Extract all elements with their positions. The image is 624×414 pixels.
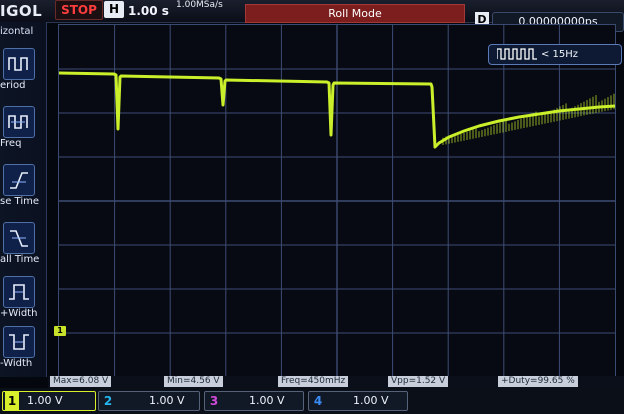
pulse-train-icon <box>497 48 537 60</box>
measurement-max: Max=6.08 V <box>50 376 112 387</box>
channel-1-scale: 1.00 V <box>27 394 63 407</box>
channel-1-button[interactable]: 1 1.00 V <box>2 391 96 411</box>
trigger-frequency-label: < 15Hz <box>541 49 579 60</box>
freq-icon <box>8 115 28 129</box>
sidebar-item-period[interactable] <box>3 48 35 80</box>
sidebar-item-freq[interactable] <box>3 106 35 138</box>
measurement-bar: Max=6.08 V Min=4.56 V Freq=450mHz Vpp=1.… <box>48 376 624 388</box>
period-icon <box>8 57 28 71</box>
mode-indicator: Roll Mode <box>245 4 465 23</box>
channel-3-scale: 1.00 V <box>249 394 285 407</box>
channel-2-number: 2 <box>103 394 113 408</box>
trigger-frequency-box[interactable]: < 15Hz <box>488 44 622 65</box>
graticule <box>59 25 615 377</box>
channel-1-offset-marker[interactable]: 1 <box>54 326 66 336</box>
channel-4-scale: 1.00 V <box>353 394 389 407</box>
channel-bar: 1 1.00 V 2 1.00 V 3 1.00 V 4 1.00 V <box>0 388 624 414</box>
sample-rate: 1.00MSa/s <box>176 0 223 10</box>
fall-time-icon <box>10 230 28 247</box>
channel-4-button[interactable]: 4 1.00 V <box>308 391 408 411</box>
sidebar-label-negative-width: -Width <box>0 358 33 369</box>
measurement-duty: +Duty=99.65 % <box>498 376 578 387</box>
sidebar-label-freq: Freq <box>0 138 22 149</box>
channel-1-number: 1 <box>5 392 19 410</box>
sidebar-label-positive-width: +Width <box>0 308 38 319</box>
sidebar-item-fall-time[interactable] <box>3 222 35 254</box>
rise-time-icon <box>10 172 28 189</box>
channel-4-number: 4 <box>313 394 323 408</box>
sidebar-title: izontal <box>0 26 34 37</box>
sidebar-item-positive-width[interactable] <box>3 276 35 308</box>
measurement-freq: Freq=450mHz <box>278 376 349 387</box>
sidebar-label-rise-time: se Time <box>0 196 40 207</box>
channel-3-number: 3 <box>209 394 219 408</box>
channel-2-button[interactable]: 2 1.00 V <box>98 391 200 411</box>
brand-logo: IGOL <box>0 2 43 20</box>
measurement-vpp: Vpp=1.52 V <box>388 376 449 387</box>
channel-3-button[interactable]: 3 1.00 V <box>204 391 304 411</box>
run-stop-indicator[interactable]: STOP <box>55 0 103 20</box>
horizontal-badge: H <box>104 1 124 18</box>
channel-2-scale: 1.00 V <box>149 394 185 407</box>
measure-sidebar: izontal eriod Freq se Time all Time +Wid… <box>0 22 47 377</box>
positive-width-icon <box>9 284 29 300</box>
sidebar-item-rise-time[interactable] <box>3 164 35 196</box>
channel-1-noise <box>442 93 615 145</box>
sidebar-label-fall-time: all Time <box>0 254 40 265</box>
negative-width-icon <box>9 334 29 350</box>
sidebar-item-negative-width[interactable] <box>3 326 35 358</box>
waveform-display[interactable] <box>58 24 616 378</box>
oscilloscope-screen: IGOL STOP H 1.00 s 1.00MSa/s Roll Mode D… <box>0 0 624 414</box>
sidebar-label-period: eriod <box>0 80 26 91</box>
timebase-value[interactable]: 1.00 s <box>128 2 169 20</box>
measurement-min: Min=4.56 V <box>164 376 223 387</box>
